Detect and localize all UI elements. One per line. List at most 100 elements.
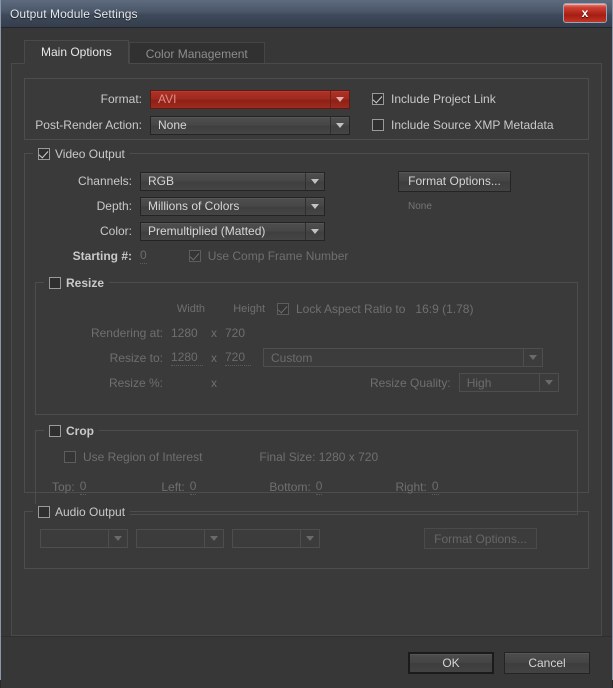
rendering-height-value: 720 — [225, 326, 246, 340]
crop-checkbox[interactable] — [49, 424, 61, 437]
resize-preset-dropdown[interactable]: Custom — [263, 348, 543, 367]
format-label: Format: — [100, 92, 142, 106]
include-xmp-row[interactable]: Include Source XMP Metadata — [372, 118, 554, 132]
chevron-down-icon — [300, 530, 319, 547]
audio-output-checkbox[interactable] — [38, 505, 50, 518]
height-header: Height — [233, 303, 265, 315]
crop-right-field[interactable]: 0 — [431, 479, 439, 495]
resize-group: Resize Width Height Lock Aspect Ratio to… — [35, 275, 578, 415]
rendering-times-separator: x — [211, 326, 217, 340]
resize-percent-label: Resize %: — [108, 375, 163, 390]
crop-left-field[interactable]: 0 — [189, 479, 197, 495]
chevron-down-icon — [330, 90, 349, 108]
rendering-width-value: 1280 — [171, 326, 198, 340]
use-region-of-interest-checkbox[interactable] — [64, 451, 76, 463]
crop-right-label: Right: — [395, 480, 427, 494]
resize-to-label: Resize to: — [109, 350, 163, 365]
video-format-options-label: Format Options... — [408, 174, 501, 188]
cancel-button-label: Cancel — [528, 655, 566, 670]
starting-number-label: Starting #: — [72, 249, 132, 263]
include-project-link-checkbox[interactable] — [372, 93, 384, 105]
format-value: AVI — [158, 92, 177, 106]
resize-legend[interactable]: Resize — [44, 275, 110, 290]
resize-quality-value: High — [466, 375, 492, 390]
dialog-body: Main Options Color Management Format: AV… — [1, 28, 612, 636]
resize-percent-separator: x — [211, 375, 217, 390]
chevron-down-icon — [523, 349, 542, 366]
chevron-down-icon — [204, 530, 223, 547]
crop-group: Crop Use Region of Interest Final Size: … — [35, 423, 578, 515]
rendering-at-label: Rendering at: — [90, 326, 163, 340]
post-render-action-value: None — [158, 118, 187, 132]
resize-quality-label: Resize Quality: — [370, 375, 451, 390]
crop-legend[interactable]: Crop — [44, 423, 99, 438]
audio-format-options-button[interactable]: Format Options... — [424, 528, 537, 549]
video-format-options-button[interactable]: Format Options... — [398, 170, 511, 192]
tab-main-options[interactable]: Main Options — [24, 40, 129, 64]
resize-checkbox[interactable] — [49, 276, 61, 289]
include-project-link-label: Include Project Link — [391, 92, 496, 106]
chevron-down-icon — [305, 172, 324, 190]
audio-output-label: Audio Output — [55, 504, 126, 519]
include-xmp-checkbox[interactable] — [372, 119, 384, 131]
resize-height-field[interactable]: 720 — [225, 350, 251, 366]
ok-button-label: OK — [442, 655, 460, 670]
audio-channels-dropdown[interactable] — [232, 529, 320, 548]
lock-aspect-ratio-label: Lock Aspect Ratio to — [296, 302, 406, 316]
channels-value: RGB — [148, 174, 175, 188]
use-comp-frame-number-row[interactable]: Use Comp Frame Number — [188, 249, 349, 263]
audio-depth-dropdown[interactable] — [136, 529, 224, 548]
audio-output-group: Audio Output Format Options... — [24, 504, 589, 569]
depth-value: Millions of Colors — [148, 199, 240, 213]
window-title: Output Module Settings — [10, 6, 138, 21]
resize-preset-value: Custom — [271, 350, 313, 365]
starting-number-field[interactable]: 0 — [140, 248, 147, 264]
audio-rate-dropdown[interactable] — [40, 529, 128, 548]
use-comp-frame-number-label: Use Comp Frame Number — [207, 249, 349, 263]
video-output-legend[interactable]: Video Output — [33, 146, 130, 161]
width-header: Width — [176, 303, 205, 315]
tab-color-management[interactable]: Color Management — [128, 42, 265, 64]
lock-aspect-ratio-row[interactable]: Lock Aspect Ratio to 16:9 (1.78) — [277, 302, 473, 316]
use-region-of-interest-label: Use Region of Interest — [83, 450, 203, 464]
audio-output-legend[interactable]: Audio Output — [33, 504, 131, 519]
depth-dropdown[interactable]: Millions of Colors — [140, 196, 325, 216]
post-render-action-label: Post-Render Action: — [35, 118, 142, 132]
post-render-action-dropdown[interactable]: None — [150, 115, 350, 135]
video-output-checkbox[interactable] — [38, 147, 50, 160]
format-group: Format: AVI Include Project Link Post-Re… — [24, 78, 589, 140]
include-project-link-row[interactable]: Include Project Link — [372, 92, 496, 106]
chevron-down-icon — [305, 222, 324, 240]
crop-top-field[interactable]: 0 — [79, 479, 87, 495]
crop-bottom-label: Bottom: — [269, 480, 311, 494]
format-options-status: None — [408, 200, 432, 212]
close-button[interactable]: x — [563, 3, 607, 23]
crop-bottom-field[interactable]: 0 — [315, 479, 323, 495]
crop-top-label: Top: — [52, 480, 75, 494]
color-label: Color: — [99, 224, 132, 238]
color-dropdown[interactable]: Premultiplied (Matted) — [140, 221, 325, 241]
audio-format-options-label: Format Options... — [434, 531, 527, 546]
output-module-settings-dialog: Output Module Settings x Main Options Co… — [0, 0, 613, 688]
chevron-down-icon — [108, 530, 127, 547]
color-value: Premultiplied (Matted) — [148, 224, 266, 238]
resize-quality-dropdown[interactable]: High — [458, 373, 559, 392]
tab-main-options-label: Main Options — [41, 45, 112, 59]
lock-aspect-ratio-checkbox[interactable] — [277, 303, 289, 315]
use-region-of-interest-row[interactable]: Use Region of Interest — [64, 450, 202, 464]
final-size-label: Final Size: 1280 x 720 — [259, 450, 379, 464]
cancel-button[interactable]: Cancel — [504, 651, 590, 674]
resize-label: Resize — [66, 275, 105, 290]
title-bar: Output Module Settings x — [1, 0, 612, 28]
tab-color-management-label: Color Management — [145, 46, 248, 61]
crop-left-label: Left: — [161, 480, 185, 494]
ok-button[interactable]: OK — [408, 651, 494, 674]
main-options-panel: Format: AVI Include Project Link Post-Re… — [11, 63, 602, 636]
chevron-down-icon — [538, 374, 558, 391]
lock-aspect-ratio-value: 16:9 (1.78) — [415, 302, 474, 316]
resize-width-field[interactable]: 1280 — [171, 350, 203, 366]
close-icon: x — [581, 6, 589, 20]
use-comp-frame-number-checkbox[interactable] — [188, 250, 201, 262]
channels-dropdown[interactable]: RGB — [140, 171, 325, 191]
format-dropdown[interactable]: AVI — [150, 89, 350, 109]
